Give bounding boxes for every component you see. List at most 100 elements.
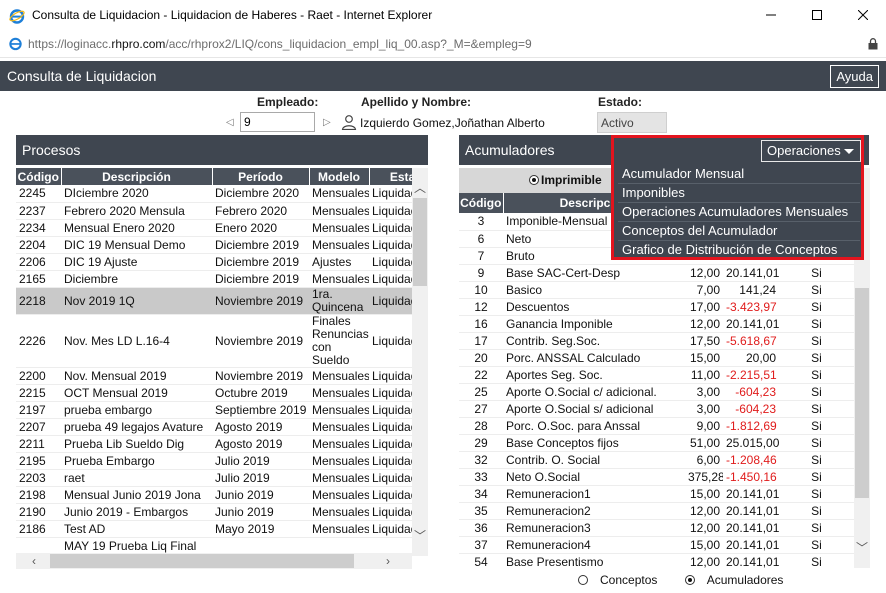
procesos-row[interactable]: 2218 Nov 2019 1Q Noviembre 2019 1ra. Quince… bbox=[16, 287, 412, 315]
acumuladores-row[interactable]: 20 Porc. ANSSAL Calculado 15,00 20,00 Si bbox=[459, 349, 854, 367]
col-estado[interactable]: Esta bbox=[369, 168, 412, 185]
acum-scroll-down-icon[interactable]: ﹀ bbox=[856, 542, 868, 554]
menu-item-grafico-distribucion[interactable]: Grafico de Distribución de Conceptos bbox=[618, 241, 860, 260]
acumuladores-row[interactable]: 33 Neto O.Social 375,28 -1.450,16 Si bbox=[459, 468, 854, 486]
procesos-horizontal-scrollbar[interactable]: ‹ › bbox=[16, 553, 412, 569]
procesos-cell: Ajustes bbox=[309, 253, 369, 271]
operaciones-button[interactable]: Operaciones bbox=[761, 140, 861, 162]
menu-item-conceptos-acumulador[interactable]: Conceptos del Acumulador bbox=[618, 222, 860, 241]
menu-item-operaciones-acumuladores[interactable]: Operaciones Acumuladores Mensuales bbox=[618, 203, 860, 222]
acumuladores-cell: 15,00 bbox=[685, 536, 723, 554]
conceptos-radio[interactable]: Conceptos bbox=[578, 573, 669, 587]
procesos-row[interactable]: 2234 Mensual Enero 2020 Enero 2020 Mensuale… bbox=[16, 219, 412, 237]
procesos-vscroll-thumb[interactable] bbox=[413, 198, 427, 286]
legajo-input[interactable] bbox=[240, 112, 315, 132]
scroll-down-icon[interactable]: ﹀ bbox=[414, 530, 426, 542]
acumuladores-row[interactable]: 12 Descuentos 17,00 -3.423,97 Si bbox=[459, 298, 854, 316]
procesos-row[interactable]: 2203raetJulio 2019MensualesLiquidad bbox=[16, 469, 412, 487]
procesos-cell: Liquidad bbox=[369, 314, 412, 368]
acumuladores-cell: Si bbox=[779, 417, 854, 435]
menu-item-acumulador-mensual[interactable]: Acumulador Mensual bbox=[618, 165, 860, 184]
acumuladores-row[interactable]: 35 Remuneracion2 12,00 20.141,01 Si bbox=[459, 502, 854, 520]
procesos-cell: Mensuales bbox=[309, 435, 369, 453]
imprimible-radio[interactable]: Imprimible bbox=[529, 173, 602, 187]
acumuladores-cell: 54 bbox=[459, 553, 503, 570]
acumuladores-cell: Base Presentismo bbox=[503, 553, 685, 570]
minimize-button[interactable] bbox=[748, 0, 794, 30]
procesos-cell: Liquidad bbox=[369, 401, 412, 419]
acumuladores-row[interactable]: 27 Aporte O.Social s/ adicional 3,00 -604,2… bbox=[459, 400, 854, 418]
acumuladores-cell: 9 bbox=[459, 264, 503, 282]
operaciones-label: Operaciones bbox=[767, 143, 841, 158]
acumuladores-cell: Si bbox=[779, 264, 854, 282]
acumuladores-row[interactable]: 10 Basico 7,00 141,24 Si bbox=[459, 281, 854, 299]
menu-item-imponibles[interactable]: Imponibles bbox=[618, 184, 860, 203]
procesos-row[interactable]: 2215 OCT Mensual 2019 Octubre 2019 Mensuale… bbox=[16, 384, 412, 402]
procesos-row[interactable]: 2206 DIC 19 Ajuste Diciembre 2019 Ajustes Li… bbox=[16, 253, 412, 271]
maximize-button[interactable] bbox=[794, 0, 840, 30]
procesos-vertical-scrollbar[interactable]: ︿ ﹀ bbox=[412, 168, 428, 556]
procesos-cell: Mensuales bbox=[309, 503, 369, 521]
scroll-up-icon[interactable]: ︿ bbox=[414, 182, 426, 194]
acumuladores-vscroll-thumb[interactable] bbox=[855, 288, 869, 498]
procesos-row[interactable]: 2165 Diciembre Diciembre 2019 Mensuales Liqu… bbox=[16, 270, 412, 288]
col-acum-codigo[interactable]: Código bbox=[459, 193, 504, 213]
procesos-row[interactable]: 2204 DIC 19 Mensual Demo Diciembre 2019 Men… bbox=[16, 236, 412, 254]
procesos-row[interactable]: 2245 DIciembre 2020 Diciembre 2020 Mensuale… bbox=[16, 185, 412, 203]
procesos-cell: 2203 bbox=[16, 469, 61, 487]
person-icon[interactable] bbox=[341, 114, 357, 130]
procesos-cell: Mensuales bbox=[309, 401, 369, 419]
procesos-row[interactable]: 2207 prueba 49 legajos Avature Agosto 2019… bbox=[16, 418, 412, 436]
url-text[interactable]: https://loginacc.rhpro.com/acc/rhprox2/L… bbox=[28, 37, 532, 51]
col-modelo[interactable]: Modelo bbox=[309, 168, 370, 185]
prev-employee-icon[interactable]: ◁ bbox=[226, 117, 234, 128]
procesos-row[interactable]: 2190 Junio 2019 - Embargos Junio 2019 Mensu… bbox=[16, 503, 412, 521]
acumuladores-row[interactable]: 17 Contrib. Seg.Soc. 17,50 -5.618,67 Si bbox=[459, 332, 854, 350]
acumuladores-cell: 15,00 bbox=[685, 485, 723, 503]
acumuladores-row[interactable]: 22 Aportes Seg. Soc. 11,00 -2.215,51 Si bbox=[459, 366, 854, 384]
caret-down-icon bbox=[844, 149, 854, 154]
procesos-row[interactable]: 2200 Nov. Mensual 2019 Noviembre 2019 Mensu… bbox=[16, 367, 412, 385]
acumuladores-row[interactable]: 16 Ganancia Imponible 12,00 20.141,01 Si bbox=[459, 315, 854, 333]
procesos-row[interactable]: 2195 Prueba Embargo Julio 2019 Mensuales Liq… bbox=[16, 452, 412, 470]
lock-icon[interactable] bbox=[868, 38, 878, 50]
scroll-right-icon[interactable]: › bbox=[386, 555, 390, 567]
procesos-row[interactable]: 2197 prueba embargo Septiembre 2019 Mensual… bbox=[16, 401, 412, 419]
col-periodo[interactable]: Período bbox=[212, 168, 310, 185]
acumuladores-cell: 375,28 bbox=[685, 468, 723, 486]
operaciones-dropdown: Operaciones Acumulador Mensual Imponible… bbox=[611, 135, 864, 260]
acumuladores-row[interactable]: 37 Remuneracion4 15,00 20.141,01 Si bbox=[459, 536, 854, 554]
col-codigo[interactable]: Código bbox=[16, 168, 62, 185]
acumuladores-cell: Si bbox=[779, 349, 854, 367]
acumuladores-row[interactable]: 36 Remuneracion3 12,00 20.141,01 Si bbox=[459, 519, 854, 537]
procesos-row[interactable]: 2226 Nov. Mes LD L.16-4 Noviembre 2019 Fina… bbox=[16, 314, 412, 368]
procesos-row[interactable]: MAY 19 Prueba Liq Final bbox=[16, 537, 412, 555]
acumuladores-row[interactable]: 54 Base Presentismo 12,00 20.141,01 Si bbox=[459, 553, 854, 570]
scroll-left-icon[interactable]: ‹ bbox=[32, 555, 36, 567]
acumuladores-row[interactable]: 28 Porc. O.Soc. para Anssal 9,00 -1.812,69 S… bbox=[459, 417, 854, 435]
acumuladores-radio[interactable]: Acumuladores bbox=[684, 573, 796, 587]
procesos-row[interactable]: 2237 Febrero 2020 Mensula Febrero 2020 Mens… bbox=[16, 202, 412, 220]
procesos-cell: Junio 2019 bbox=[212, 503, 309, 521]
procesos-cell: Liquidad bbox=[369, 486, 412, 504]
procesos-cell: Liquidad bbox=[369, 384, 412, 402]
procesos-hscroll-thumb[interactable] bbox=[50, 554, 354, 568]
help-button[interactable]: Ayuda bbox=[830, 65, 879, 88]
procesos-row[interactable]: 2186Test ADMayo 2019MensualesLiquidad bbox=[16, 520, 412, 538]
procesos-row[interactable]: 2211 Prueba Lib Sueldo Dig Agosto 2019 Mens… bbox=[16, 435, 412, 453]
acumuladores-cell: -1.208,46 bbox=[723, 451, 779, 469]
acumuladores-row[interactable]: 29 Base Conceptos fijos 51,00 25.015,00 Si bbox=[459, 434, 854, 452]
procesos-row[interactable]: 2198 Mensual Junio 2019 Jona Junio 2019 Men… bbox=[16, 486, 412, 504]
acumuladores-row[interactable]: 34 Remuneracion1 15,00 20.141,01 Si bbox=[459, 485, 854, 503]
next-employee-icon[interactable]: ▷ bbox=[323, 117, 331, 128]
procesos-cell: 2237 bbox=[16, 202, 61, 220]
acumuladores-row[interactable]: 9 Base SAC-Cert-Desp 12,00 20.141,01 Si bbox=[459, 264, 854, 282]
acumuladores-row[interactable]: 32 Contrib. O. Social 6,00 -1.208,46 Si bbox=[459, 451, 854, 469]
procesos-cell: Prueba Embargo bbox=[61, 452, 212, 470]
address-bar[interactable]: https://loginacc.rhpro.com/acc/rhprox2/L… bbox=[0, 32, 886, 58]
conceptos-label: Conceptos bbox=[600, 573, 658, 587]
col-descripcion[interactable]: Descripción bbox=[61, 168, 213, 185]
acumuladores-cell: 20.141,01 bbox=[723, 553, 779, 570]
close-window-button[interactable] bbox=[840, 0, 886, 30]
acumuladores-row[interactable]: 25 Aporte O.Social c/ adicional. 3,00 -604,… bbox=[459, 383, 854, 401]
